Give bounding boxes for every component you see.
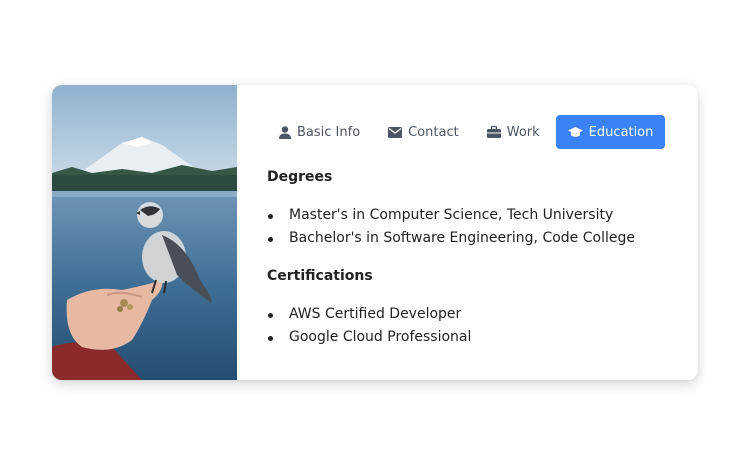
degrees-list: Master's in Computer Science, Tech Unive… [267,204,635,250]
list-item: AWS Certified Developer [267,303,471,326]
tab-label: Contact [408,124,459,140]
tab-work[interactable]: Work [475,115,552,149]
profile-photo [52,85,237,380]
list-item: Master's in Computer Science, Tech Unive… [267,204,635,227]
tab-contact[interactable]: Contact [376,115,471,149]
profile-tabs: Basic Info Contact Work Education [267,115,669,149]
certifications-list: AWS Certified Developer Google Cloud Pro… [267,303,471,349]
tab-basic-info[interactable]: Basic Info [267,115,372,149]
user-icon [279,125,291,139]
list-item: Bachelor's in Software Engineering, Code… [267,227,635,250]
tab-label: Education [588,124,654,140]
profile-card: Basic Info Contact Work Education Degree… [52,85,698,380]
profile-content: Basic Info Contact Work Education Degree… [237,85,698,380]
list-item: Google Cloud Professional [267,326,471,349]
certifications-heading: Certifications [267,268,373,284]
tab-label: Basic Info [297,124,361,140]
envelope-icon [388,126,403,138]
degrees-heading: Degrees [267,169,333,185]
tab-education[interactable]: Education [555,115,666,149]
tab-label: Work [506,124,540,140]
graduation-cap-icon [567,126,583,138]
briefcase-icon [486,126,501,138]
